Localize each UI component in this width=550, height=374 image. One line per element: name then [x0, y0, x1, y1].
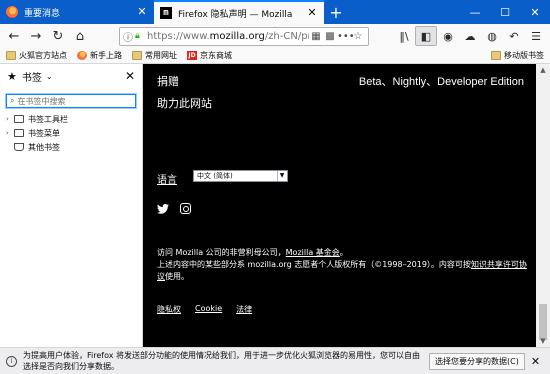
firefox-icon: [77, 51, 87, 60]
tab-title: 重要消息: [24, 8, 61, 19]
addon-icon[interactable]: ◍: [481, 26, 503, 46]
minimize-icon[interactable]: —: [460, 0, 490, 24]
info-icon: i: [6, 355, 17, 367]
undo-icon[interactable]: ↶: [503, 26, 525, 46]
help-site-link[interactable]: 助力此网站: [157, 95, 212, 111]
bookmark-star-icon[interactable]: ☆: [351, 31, 365, 42]
bookmark-common-sites[interactable]: 常用网址: [132, 50, 177, 61]
lock-icon[interactable]: 🔒︎: [135, 31, 147, 41]
page-actions-icon[interactable]: •••: [337, 31, 355, 42]
bookmark-getting-started[interactable]: 新手上路: [77, 50, 122, 61]
firefox-icon: [6, 6, 18, 18]
tree-item-bookmarks-toolbar[interactable]: › 书签工具栏: [0, 112, 142, 126]
back-button[interactable]: ←: [3, 26, 25, 46]
bookmarks-sidebar: ★ 书签 ⌄ ✕ ⌕ 在书签中搜索 › 书签工具栏 › 书签菜单 其他书签: [0, 64, 143, 347]
tab-strip: 重要消息 ✕ m Firefox 隐私声明 — Mozilla ✕ + — ☐ …: [0, 0, 550, 24]
legal-copyright-text: 上述内容中的某些部分系 mozilla.org 志愿者个人版权所有（©1998–…: [157, 260, 527, 281]
site-info-icon[interactable]: ⓘ: [123, 29, 135, 44]
reader-view-icon[interactable]: ▦: [309, 31, 323, 42]
tab-privacy-notice[interactable]: m Firefox 隐私声明 — Mozilla ✕: [154, 0, 324, 24]
folder-icon: [6, 51, 16, 60]
legal-foundation-text: 访问 Mozilla 公司的非营利母公司，Mozilla 基金会。: [157, 248, 348, 257]
sidebar-search-input[interactable]: ⌕ 在书签中搜索: [6, 94, 136, 108]
tree-item-other-bookmarks[interactable]: 其他书签: [0, 140, 142, 154]
language-select[interactable]: 中文 (简体) ▼: [193, 170, 288, 182]
sidebar-toggle-icon[interactable]: ◧: [415, 26, 437, 46]
toolbar-right: ‖\ ◧ ◉ ☁ ◍ ↶ ☰: [393, 26, 547, 46]
scroll-down-icon[interactable]: ▼: [536, 335, 550, 347]
tab-important-news[interactable]: 重要消息 ✕: [0, 0, 154, 24]
footer-links: 隐私权 Cookie 法律: [157, 304, 266, 315]
navigation-toolbar: ← → ↻ ⌂ ⓘ 🔒︎ https://www.mozilla.org/zh-…: [0, 24, 550, 48]
hamburger-menu-icon[interactable]: ☰: [525, 26, 547, 46]
bookmarks-toolbar: 火狐官方站点 新手上路 常用网址 JD 京东商城 移动版书签: [0, 48, 550, 64]
sidebar-title[interactable]: 书签: [22, 69, 42, 84]
close-window-icon[interactable]: ✕: [520, 0, 550, 24]
cookie-link[interactable]: Cookie: [195, 304, 222, 315]
maximize-icon[interactable]: ☐: [490, 0, 520, 24]
toolbar-folder-icon: [14, 115, 24, 123]
close-tab-icon[interactable]: ✕: [306, 7, 318, 19]
twitter-icon[interactable]: [157, 204, 169, 214]
language-label: 语言: [157, 175, 177, 186]
chevron-down-icon: ▼: [277, 171, 286, 181]
folder-icon: [491, 51, 501, 60]
close-sidebar-icon[interactable]: ✕: [125, 69, 135, 83]
account-icon[interactable]: ◉: [437, 26, 459, 46]
tab-title: Firefox 隐私声明 — Mozilla: [178, 9, 293, 20]
search-placeholder: 在书签中搜索: [17, 96, 66, 106]
privacy-link[interactable]: 隐私权: [157, 304, 181, 315]
mozilla-m-icon: m: [160, 7, 172, 19]
foundation-link[interactable]: Mozilla 基金会: [286, 248, 340, 257]
sidebar-header: ★ 书签 ⌄ ✕: [0, 64, 142, 88]
content-scrollbar[interactable]: ▲ ▼: [536, 64, 550, 347]
editions-link[interactable]: Beta、Nightly、Developer Edition: [359, 73, 524, 89]
bookmark-firefox-official[interactable]: 火狐官方站点: [6, 50, 67, 61]
scroll-up-icon[interactable]: ▲: [536, 64, 550, 76]
folder-icon: [132, 51, 142, 60]
instagram-icon[interactable]: [180, 203, 191, 214]
url-bar[interactable]: ⓘ 🔒︎ https://www.mozilla.org/zh-CN/pr ▦ …: [119, 26, 369, 46]
close-tab-icon[interactable]: ✕: [136, 6, 148, 18]
qr-code-icon[interactable]: ▩: [323, 31, 337, 42]
bookmark-jd-mall[interactable]: JD 京东商城: [187, 50, 232, 61]
chevron-down-icon[interactable]: ⌄: [46, 72, 53, 81]
telemetry-notification-bar: i 为提高用户体验，Firefox 将发送部分功能的使用情况给我们，用于进一步优…: [0, 347, 550, 374]
donate-link[interactable]: 捐赠: [157, 73, 179, 89]
reload-button[interactable]: ↻: [47, 26, 69, 46]
close-notification-icon[interactable]: ✕: [531, 355, 540, 368]
cloud-sync-icon[interactable]: ☁: [459, 26, 481, 46]
jd-icon: JD: [187, 51, 197, 60]
menu-folder-icon: [14, 129, 24, 137]
forward-button[interactable]: →: [25, 26, 47, 46]
choose-data-button[interactable]: 选择您要分享的数据(C): [429, 352, 525, 370]
new-tab-button[interactable]: +: [324, 0, 348, 24]
other-bookmarks-icon: [14, 143, 24, 151]
url-text[interactable]: https://www.mozilla.org/zh-CN/pr: [147, 31, 309, 42]
window-controls: — ☐ ✕: [460, 0, 550, 24]
library-icon[interactable]: ‖\: [393, 26, 415, 46]
home-button[interactable]: ⌂: [69, 26, 91, 46]
chevron-right-icon[interactable]: ›: [6, 115, 14, 123]
chevron-right-icon[interactable]: ›: [6, 129, 14, 137]
star-icon: ★: [7, 69, 17, 83]
bookmark-mobile[interactable]: 移动版书签: [491, 50, 544, 61]
tree-item-bookmarks-menu[interactable]: › 书签菜单: [0, 126, 142, 140]
search-icon: ⌕: [10, 96, 15, 105]
notification-text: 为提高用户体验，Firefox 将发送部分功能的使用情况给我们，用于进一步优化火…: [23, 351, 421, 371]
legal-link[interactable]: 法律: [236, 304, 252, 315]
page-content: 捐赠 Beta、Nightly、Developer Edition 助力此网站 …: [143, 64, 536, 347]
